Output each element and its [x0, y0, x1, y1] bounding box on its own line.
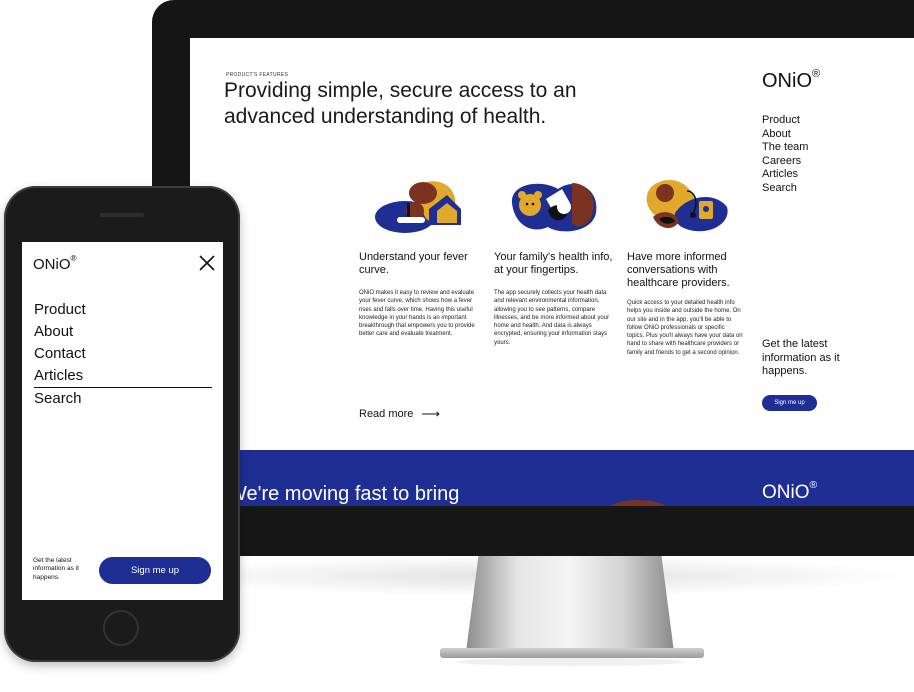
monitor-chin — [152, 506, 914, 556]
mobile-sign-up-button[interactable]: Sign me up — [99, 557, 211, 584]
logo-text: ONiO — [762, 70, 812, 92]
mobile-phone: ONiO® Product About Contact Articles Sea… — [4, 186, 240, 662]
sign-up-button[interactable]: Sign me up — [762, 395, 817, 411]
mobile-nav-articles[interactable]: Articles — [34, 365, 212, 388]
onio-logo[interactable]: ONiO® — [762, 68, 821, 93]
nav-item-articles[interactable]: Articles — [762, 168, 808, 182]
nav-item-team[interactable]: The team — [762, 141, 808, 155]
phone-speaker — [100, 213, 144, 217]
mobile-onio-logo[interactable]: ONiO® — [33, 254, 77, 273]
close-icon[interactable] — [198, 254, 216, 272]
nav-item-search[interactable]: Search — [762, 182, 808, 196]
feature-title: Have more informed conversations with he… — [627, 251, 730, 289]
feature-body: Quick access to your detailed health inf… — [627, 300, 743, 356]
doctor-with-stethoscope-illustration — [646, 180, 728, 232]
banner-registered-mark: ® — [809, 480, 818, 491]
phone-home-button[interactable] — [103, 610, 139, 646]
mobile-nav-contact[interactable]: Contact — [34, 343, 212, 365]
mobile-nav-menu: Product About Contact Articles Search — [34, 299, 212, 410]
registered-mark: ® — [812, 68, 821, 80]
newsletter-text: Get the latest information as it happens… — [762, 338, 840, 377]
feature-title: Understand your fever curve. — [359, 251, 468, 276]
feature-title: Your family's health info, at your finge… — [494, 251, 613, 276]
hero-title: Providing simple, secure access to an ad… — [224, 79, 577, 128]
mobile-logo-text: ONiO — [33, 256, 71, 273]
mobile-nav-product[interactable]: Product — [34, 299, 212, 321]
monitor-stand-neck — [466, 556, 674, 652]
desktop-screen: PRODUCT'S FEATURES Providing simple, sec… — [190, 38, 914, 506]
read-more-link[interactable]: Read more ⟶ — [359, 406, 440, 422]
nav-item-careers[interactable]: Careers — [762, 155, 808, 169]
monitor-stand-reflection — [456, 658, 686, 666]
mobile-nav-search[interactable]: Search — [34, 388, 212, 410]
banner-text: We're moving fast to bring — [228, 483, 460, 505]
mobile-registered-mark: ® — [70, 254, 77, 263]
mobile-nav-about[interactable]: About — [34, 321, 212, 343]
banner-illustration — [608, 500, 668, 506]
arrow-right-icon: ⟶ — [421, 406, 441, 421]
mobile-newsletter-text: Get the latest information as it happens… — [33, 557, 79, 581]
banner-logo: ONiO® — [762, 480, 818, 504]
banner-logo-text: ONiO — [762, 482, 810, 503]
monitor-stand-base — [440, 648, 704, 658]
child-with-thermometer-illustration — [375, 181, 461, 233]
desktop-nav: Product About The team Careers Articles … — [762, 114, 808, 195]
family-with-teddy-bear-illustration — [511, 183, 597, 232]
feature-body: ONiO makes it easy to review and evaluat… — [359, 290, 475, 338]
mobile-screen: ONiO® Product About Contact Articles Sea… — [22, 242, 223, 600]
read-more-label: Read more — [359, 408, 414, 420]
nav-item-about[interactable]: About — [762, 128, 808, 142]
feature-body: The app securely collects your health da… — [494, 290, 610, 346]
nav-item-product[interactable]: Product — [762, 114, 808, 128]
blue-banner: We're moving fast to bring ONiO® — [190, 450, 914, 506]
